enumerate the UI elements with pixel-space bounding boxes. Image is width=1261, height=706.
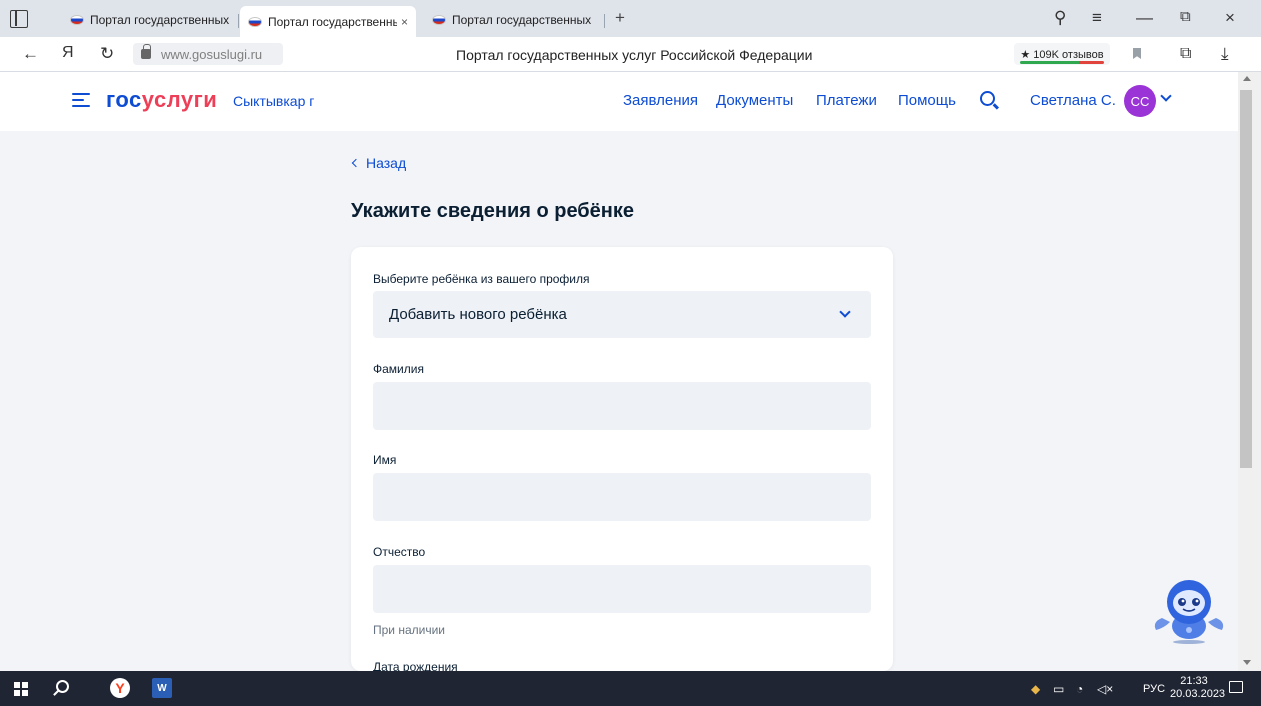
taskbar-search-icon[interactable]: [56, 680, 69, 693]
name-field[interactable]: [373, 473, 871, 521]
volume-muted-icon[interactable]: ◁×: [1097, 682, 1113, 696]
nav-payments[interactable]: Платежи: [816, 92, 877, 109]
windows-start-icon[interactable]: [14, 682, 28, 696]
back-link[interactable]: Назад: [351, 155, 406, 171]
download-icon[interactable]: ⤓: [1221, 44, 1229, 64]
new-tab-button[interactable]: +: [615, 8, 625, 28]
child-info-form: Выберите ребёнка из вашего профиля Добав…: [351, 247, 893, 671]
russian-flag-icon: [248, 16, 262, 27]
russian-flag-icon: [432, 15, 446, 25]
nav-help[interactable]: Помощь: [898, 92, 956, 109]
address-bar: ← Я ↻ www.gosuslugi.ru Портал государств…: [0, 37, 1261, 72]
hamburger-menu-icon[interactable]: [72, 93, 90, 107]
chevron-left-icon: [351, 158, 361, 168]
browser-tab-2-active[interactable]: Портал государственны ×: [240, 6, 416, 37]
wifi-icon[interactable]: ◔: [1076, 682, 1083, 696]
tab-title: Портал государственных у: [90, 13, 230, 27]
child-select-dropdown[interactable]: Добавить нового ребёнка: [373, 291, 871, 338]
tab-separator: [238, 14, 239, 28]
child-select-label: Выберите ребёнка из вашего профиля: [373, 272, 590, 286]
clock[interactable]: 21:33 20.03.2023: [1170, 675, 1226, 701]
city-selector[interactable]: Сыктывкар г: [233, 93, 314, 109]
russian-flag-icon: [70, 15, 84, 25]
scroll-down-arrow-icon[interactable]: [1243, 660, 1251, 665]
browser-tab-strip: Портал государственных у Портал государс…: [0, 0, 1261, 37]
back-label: Назад: [366, 155, 407, 171]
clock-date: 20.03.2023: [1170, 688, 1226, 700]
url-text: www.gosuslugi.ru: [161, 46, 263, 62]
bookmark-icon[interactable]: [1133, 48, 1141, 59]
page-title: Укажите сведения о ребёнке: [351, 200, 634, 222]
close-tab-icon[interactable]: ×: [401, 15, 408, 29]
tab-title: Портал государственных у: [452, 13, 592, 27]
language-indicator[interactable]: РУС: [1143, 683, 1165, 695]
scroll-thumb[interactable]: [1240, 90, 1252, 468]
search-icon[interactable]: [980, 91, 995, 106]
browser-tab-3[interactable]: Портал государственных у: [424, 8, 600, 32]
birth-date-label: Дата рождения: [373, 660, 458, 671]
reload-icon[interactable]: ↻: [100, 44, 114, 64]
surname-field[interactable]: [373, 382, 871, 430]
page-scrollbar[interactable]: [1238, 72, 1261, 671]
yandex-icon[interactable]: Я: [62, 44, 74, 62]
sidebar-toggle-icon[interactable]: [10, 10, 28, 28]
notifications-icon[interactable]: [1229, 681, 1243, 693]
child-select-value: Добавить нового ребёнка: [389, 306, 567, 323]
nav-documents[interactable]: Документы: [716, 92, 793, 109]
tab-title: Портал государственны: [268, 14, 397, 29]
avatar[interactable]: СС: [1124, 85, 1156, 117]
tab-separator: [604, 14, 605, 28]
minimize-button[interactable]: —: [1136, 8, 1153, 28]
url-field[interactable]: www.gosuslugi.ru: [133, 43, 283, 65]
user-name[interactable]: Светлана С.: [1030, 92, 1116, 109]
robot-assistant-icon[interactable]: [1150, 570, 1228, 648]
surname-label: Фамилия: [373, 362, 424, 376]
word-icon[interactable]: W: [152, 678, 172, 698]
patronymic-label: Отчество: [373, 545, 426, 559]
chevron-down-icon: [839, 306, 851, 318]
nav-applications[interactable]: Заявления: [623, 92, 698, 109]
site-header: госуслуги Сыктывкар г Заявления Документ…: [0, 72, 1238, 131]
battery-icon[interactable]: ▭: [1053, 682, 1064, 696]
lock-icon: [141, 44, 151, 59]
security-tray-icon[interactable]: ◆: [1031, 682, 1040, 696]
extensions-icon[interactable]: ⧉: [1180, 45, 1191, 63]
reviews-badge[interactable]: ★ 109K отзывов: [1014, 43, 1110, 65]
chevron-down-icon[interactable]: [1160, 90, 1172, 102]
back-arrow-icon[interactable]: ←: [22, 44, 39, 64]
gosuslugi-logo[interactable]: госуслуги: [106, 87, 217, 113]
patronymic-field[interactable]: [373, 565, 871, 613]
pin-icon[interactable]: ⚲: [1054, 8, 1066, 28]
page-title-in-bar: Портал государственных услуг Российской …: [456, 47, 813, 63]
yandex-browser-icon[interactable]: Y: [110, 678, 130, 698]
browser-menu-button[interactable]: ≡: [1092, 8, 1102, 28]
restore-button[interactable]: ⧉: [1180, 8, 1191, 25]
scroll-up-arrow-icon[interactable]: [1243, 76, 1251, 81]
name-label: Имя: [373, 453, 397, 467]
patronymic-hint: При наличии: [373, 623, 445, 637]
clock-time: 21:33: [1180, 675, 1208, 687]
windows-taskbar: Y W ◆ ▭ ◔ ◁× РУС 21:33 20.03.2023: [0, 671, 1261, 706]
close-window-button[interactable]: ×: [1225, 8, 1235, 28]
browser-tab-1[interactable]: Портал государственных у: [62, 8, 238, 32]
